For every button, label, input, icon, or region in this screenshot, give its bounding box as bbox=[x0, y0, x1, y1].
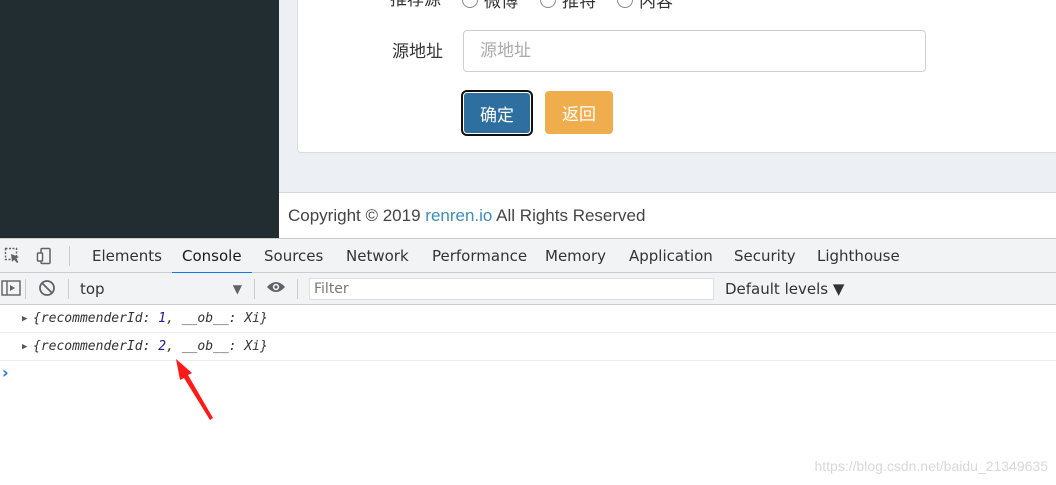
console-toolbar: top ▼ Default levels ▼ bbox=[0, 273, 1056, 305]
log-prefix: {recommenderId: bbox=[33, 339, 159, 354]
radio-option-twitter[interactable]: 推特 bbox=[540, 0, 596, 12]
context-selector[interactable]: top ▼ bbox=[80, 277, 248, 301]
console-log-row[interactable]: ▶ {recommenderId: 1, __ob__: Xi} bbox=[0, 305, 1056, 333]
toolbar-divider bbox=[25, 279, 26, 299]
log-suffix: , __ob__: Xi} bbox=[166, 311, 268, 326]
footer: Copyright © 2019 renren.io All Rights Re… bbox=[279, 192, 1056, 238]
radio-option-label: 内容 bbox=[639, 0, 673, 12]
source-address-input[interactable] bbox=[463, 30, 926, 72]
tab-security[interactable]: Security bbox=[734, 239, 796, 273]
web-app: 推荐源 微博 推特 内容 源地址 确定 返回 Copyright bbox=[0, 0, 1056, 238]
console-prompt[interactable]: › bbox=[2, 363, 9, 382]
watermark: https://blog.csdn.net/baidu_21349635 bbox=[814, 458, 1048, 474]
caret-down-icon: ▼ bbox=[232, 282, 242, 296]
toolbar-divider bbox=[68, 279, 69, 299]
renren-link[interactable]: renren.io bbox=[425, 206, 492, 225]
console-log-row[interactable]: ▶ {recommenderId: 2, __ob__: Xi} bbox=[0, 333, 1056, 361]
sidebar bbox=[0, 0, 279, 238]
log-object: {recommenderId: 2, __ob__: Xi} bbox=[33, 333, 268, 361]
confirm-button[interactable]: 确定 bbox=[463, 92, 531, 134]
source-address-label: 源地址 bbox=[392, 42, 443, 62]
log-object: {recommenderId: 1, __ob__: Xi} bbox=[33, 305, 268, 333]
copyright-suffix: All Rights Reserved bbox=[492, 206, 646, 225]
tab-elements[interactable]: Elements bbox=[92, 239, 162, 273]
clear-console-icon[interactable] bbox=[37, 279, 57, 299]
tab-console[interactable]: Console bbox=[172, 239, 252, 274]
devtools-tabbar: Elements Console Sources Network Perform… bbox=[0, 239, 1056, 274]
radio-option-content[interactable]: 内容 bbox=[617, 0, 673, 12]
annotation-arrow-icon bbox=[176, 359, 213, 420]
log-levels-dropdown[interactable]: Default levels ▼ bbox=[725, 278, 844, 300]
radio-option-weibo[interactable]: 微博 bbox=[462, 0, 518, 12]
copyright-prefix: Copyright © 2019 bbox=[288, 206, 426, 225]
back-button[interactable]: 返回 bbox=[545, 91, 613, 134]
expand-triangle-icon[interactable]: ▶ bbox=[22, 305, 27, 333]
tab-lighthouse[interactable]: Lighthouse bbox=[817, 239, 900, 273]
log-prefix: {recommenderId: bbox=[33, 311, 159, 326]
log-value: 1 bbox=[158, 311, 167, 326]
tab-sources[interactable]: Sources bbox=[264, 239, 323, 273]
show-sidebar-icon[interactable] bbox=[1, 279, 21, 299]
tabbar-divider bbox=[69, 246, 70, 266]
console-filter-input[interactable] bbox=[309, 278, 714, 300]
toolbar-divider bbox=[297, 279, 298, 299]
tab-memory[interactable]: Memory bbox=[545, 239, 606, 273]
recommend-source-label: 推荐源 bbox=[390, 0, 441, 10]
devtools-panel: Elements Console Sources Network Perform… bbox=[0, 238, 1056, 485]
device-toolbar-icon[interactable] bbox=[35, 247, 55, 267]
radio-circle-icon bbox=[617, 0, 633, 8]
context-value: top bbox=[80, 280, 105, 298]
log-value: 2 bbox=[158, 339, 167, 354]
log-suffix: , __ob__: Xi} bbox=[166, 339, 268, 354]
inspect-element-icon[interactable] bbox=[3, 247, 23, 267]
tab-network[interactable]: Network bbox=[346, 239, 409, 273]
toolbar-divider bbox=[254, 279, 255, 299]
tab-performance[interactable]: Performance bbox=[432, 239, 527, 273]
eye-icon[interactable] bbox=[266, 279, 286, 299]
form-panel: 推荐源 微博 推特 内容 源地址 确定 返回 bbox=[297, 0, 1056, 153]
radio-circle-icon bbox=[462, 0, 478, 8]
expand-triangle-icon[interactable]: ▶ bbox=[22, 333, 27, 361]
copyright-text: Copyright © 2019 renren.io All Rights Re… bbox=[288, 206, 645, 226]
recommend-source-row: 推荐源 微博 推特 内容 bbox=[298, 0, 1056, 12]
tab-application[interactable]: Application bbox=[629, 239, 713, 273]
main-content: 推荐源 微博 推特 内容 源地址 确定 返回 Copyright bbox=[279, 0, 1056, 238]
radio-circle-icon bbox=[540, 0, 556, 8]
radio-option-label: 微博 bbox=[484, 0, 518, 12]
radio-option-label: 推特 bbox=[562, 0, 596, 12]
